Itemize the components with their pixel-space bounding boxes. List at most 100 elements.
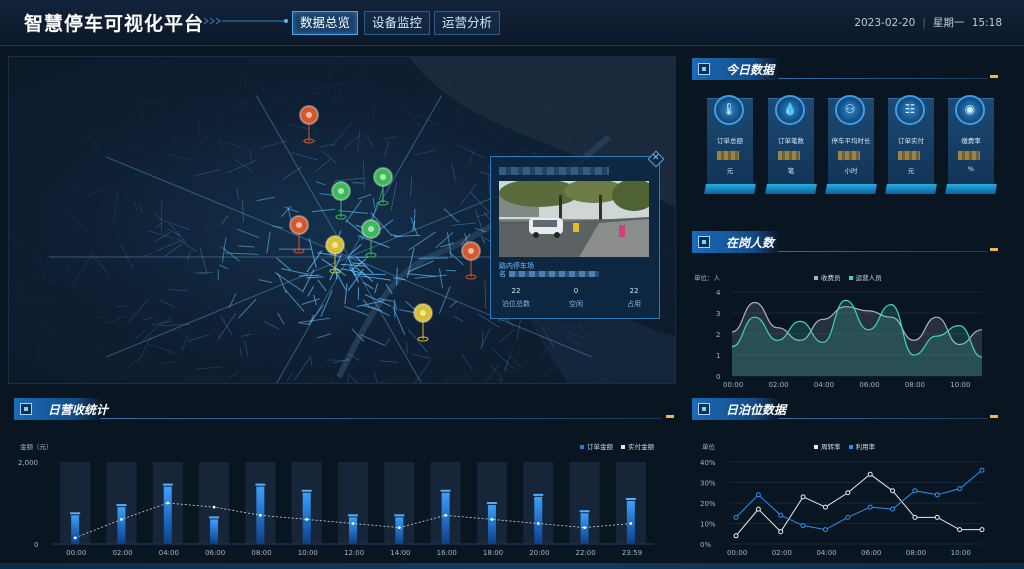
bar-cap (116, 504, 127, 507)
y-tick-label: 0 (716, 373, 720, 381)
kpi-pedestal (704, 184, 756, 194)
kpi-unit: 元 (726, 167, 734, 175)
x-tick-label: 16:00 (437, 549, 457, 557)
road (188, 334, 210, 342)
stat-label: 泊位总数 (502, 300, 530, 308)
road (122, 143, 145, 149)
series-point (778, 529, 784, 535)
series-point (822, 504, 828, 510)
road (238, 245, 255, 248)
series-point (979, 467, 985, 473)
panel-title-text: 今日数据 (726, 63, 775, 77)
x-tick-label: 04:00 (814, 381, 834, 389)
bar (487, 505, 496, 544)
bottom-decoration (0, 563, 1024, 569)
road (499, 329, 515, 343)
kpi-glyph: ◉ (964, 102, 976, 116)
berth-chart: 0% 10% 20% 30% 40% 00:00 02:00 04:00 06:00 08:00 1… (700, 459, 985, 557)
staff-chart: 0 1 2 3 4 00:00 02:00 04:00 06:00 08:00 10:00 (716, 289, 983, 389)
road (100, 153, 104, 163)
current-weekday: 星期一 (932, 17, 965, 29)
series-point (583, 526, 586, 529)
bar-cap (394, 514, 405, 517)
road (9, 234, 24, 246)
series-point (305, 518, 309, 521)
road (273, 92, 293, 111)
road (155, 240, 181, 252)
road (169, 289, 188, 291)
road (167, 153, 197, 162)
road (236, 188, 239, 199)
kpi-label: 缴费率 (961, 137, 981, 145)
road (160, 360, 177, 364)
road (438, 268, 444, 289)
staff-panel-title: 在岗人数 (692, 231, 1002, 253)
series-point (957, 527, 963, 533)
kpi-card: ⚇ 停车平均时长 小时 (828, 95, 874, 186)
parking-address (509, 271, 599, 277)
road (290, 152, 318, 161)
road (317, 279, 327, 292)
parking-pin-icon (461, 241, 481, 280)
panel-icon (698, 403, 710, 415)
road (198, 116, 201, 138)
road (406, 247, 415, 278)
road (540, 347, 548, 358)
y-tick-label: 3 (716, 310, 720, 318)
road (194, 366, 222, 370)
kpi-unit: % (967, 165, 975, 173)
panel-icon (20, 403, 32, 415)
legend-item: 运营人员 (855, 274, 882, 282)
road (363, 282, 374, 290)
road (324, 92, 349, 104)
road (87, 134, 97, 150)
close-icon[interactable]: ✕ (652, 153, 660, 163)
tab-data-overview[interactable]: 数据总览 (292, 11, 359, 35)
bar (163, 486, 172, 544)
road (458, 116, 466, 126)
bar-cap (440, 489, 451, 492)
road (308, 382, 309, 383)
road (169, 223, 187, 244)
road (373, 370, 378, 383)
thermometer-icon: 🌡 (714, 95, 744, 125)
road (443, 208, 460, 223)
parking-pin-icon (289, 215, 309, 254)
road (402, 106, 424, 130)
road (357, 194, 372, 200)
x-tick-label: 23:59 (622, 549, 642, 557)
kpi-value (898, 151, 920, 160)
x-tick-label: 14:00 (390, 549, 410, 557)
series-point (867, 471, 873, 477)
bar-cap (625, 497, 636, 500)
series-point (444, 513, 448, 517)
road (384, 136, 396, 140)
app-title: 智慧停车可视化平台 (24, 13, 205, 35)
kpi-card: 🌡 订单总额元 (707, 95, 753, 186)
tab-device-monitor[interactable]: 设备监控 (364, 11, 431, 35)
x-tick-label: 02:00 (768, 381, 788, 389)
parking-popup[interactable]: 路内停车场 名 22 泊位总数 0 空闲 22 占用 (490, 156, 660, 319)
road (37, 296, 55, 302)
road (470, 191, 490, 213)
x-tick-label: 10:00 (298, 549, 318, 557)
road (218, 138, 224, 149)
road (237, 98, 245, 108)
tab-operation-analysis[interactable]: 运营分析 (434, 11, 501, 35)
road (491, 347, 515, 370)
x-tick-label: 00:00 (723, 381, 743, 389)
road (242, 200, 244, 223)
road (229, 370, 240, 379)
series-point (890, 488, 896, 494)
bar (441, 492, 450, 544)
road (661, 314, 675, 333)
road (333, 83, 337, 106)
road (95, 345, 105, 353)
road (363, 160, 365, 190)
road (360, 334, 386, 347)
bar-cap (301, 489, 312, 492)
stat-label: 空闲 (569, 300, 583, 308)
road (281, 268, 309, 275)
series-point (890, 506, 896, 512)
x-tick-label: 06:00 (861, 549, 881, 557)
